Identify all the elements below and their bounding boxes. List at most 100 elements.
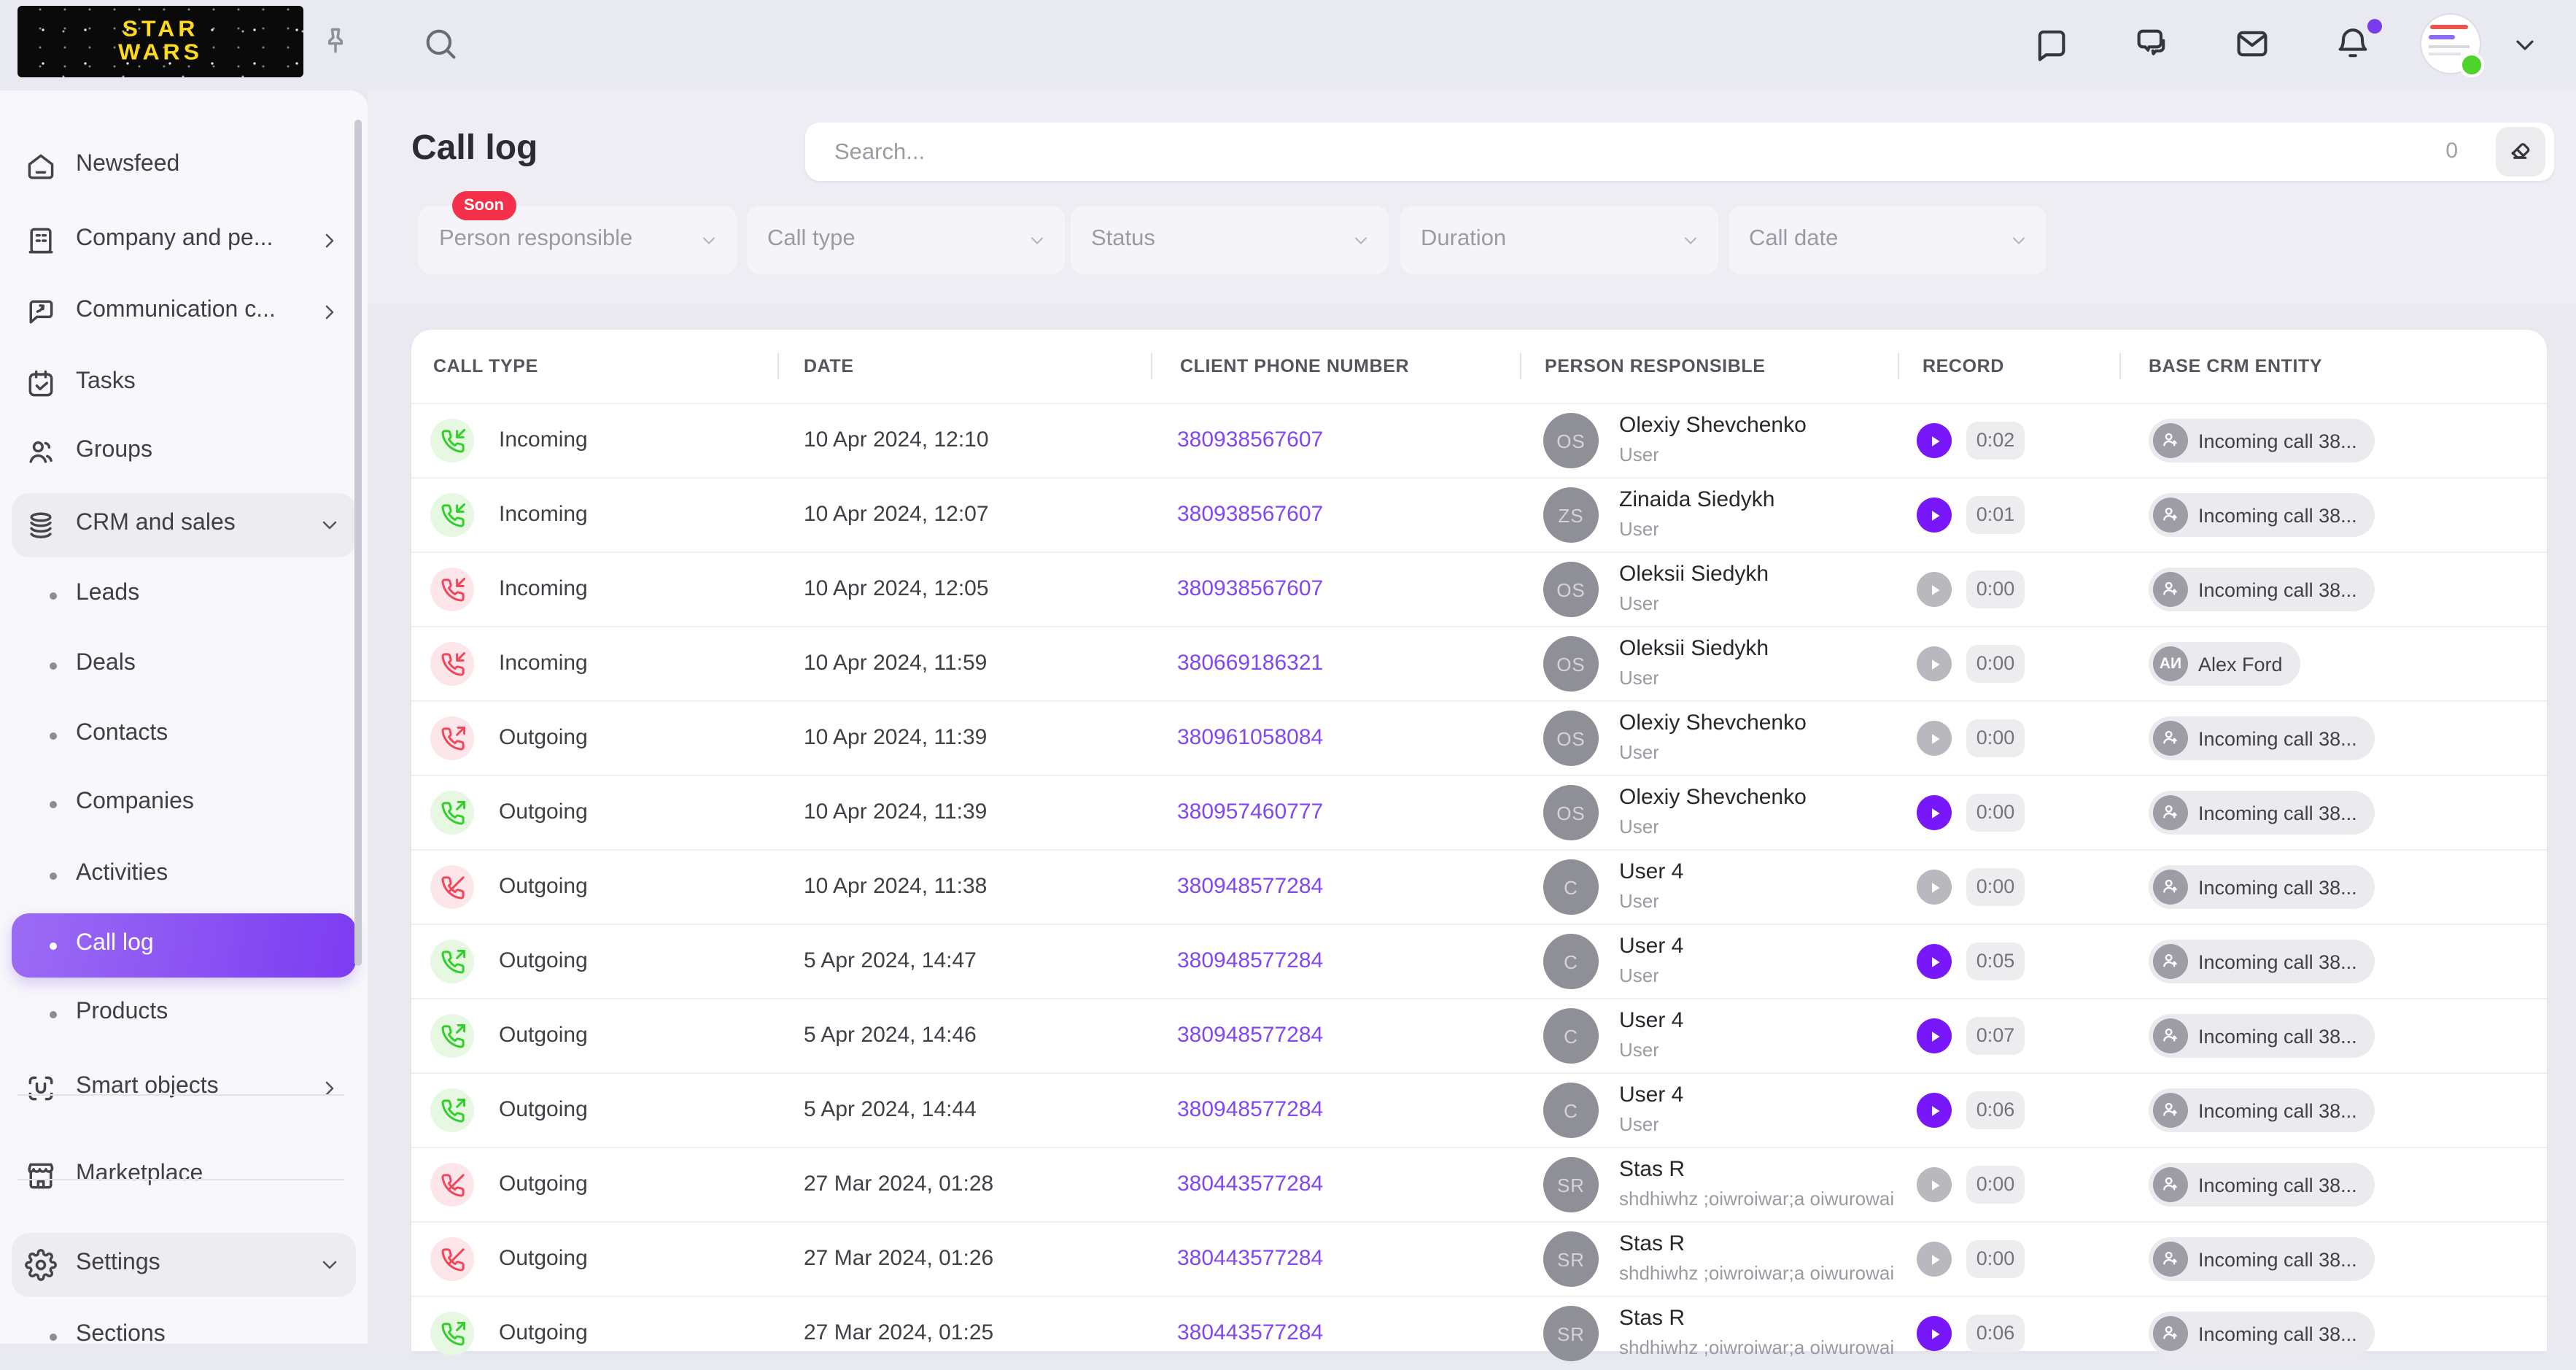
client-phone-link[interactable]: 380938567607	[1177, 576, 1323, 601]
play-record-button[interactable]	[1917, 1167, 1952, 1202]
table-row[interactable]: Incoming 10 Apr 2024, 12:07 380938567607…	[411, 477, 2547, 552]
sidebar-scrollbar[interactable]	[354, 120, 362, 966]
sidebar-item-products[interactable]: Products	[12, 982, 356, 1046]
client-phone-link[interactable]: 380948577284	[1177, 1023, 1323, 1048]
client-phone-link[interactable]: 380443577284	[1177, 1246, 1323, 1271]
crm-entity-chip[interactable]: Incoming call 38...	[2149, 791, 2375, 835]
table-row[interactable]: Outgoing 27 Mar 2024, 01:25 380443577284…	[411, 1296, 2547, 1370]
crm-entity-chip[interactable]: Incoming call 38...	[2149, 493, 2375, 537]
sidebar-item-contacts[interactable]: Contacts	[12, 703, 356, 767]
profile-chevron-down-icon[interactable]	[2510, 31, 2548, 69]
filter-status[interactable]: Status	[1071, 206, 1389, 274]
table-row[interactable]: Incoming 10 Apr 2024, 12:05 380938567607…	[411, 552, 2547, 626]
person-avatar: C	[1543, 934, 1599, 989]
client-phone-link[interactable]: 380957460777	[1177, 800, 1323, 824]
call-type-label: Outgoing	[499, 1023, 588, 1048]
filter-label: Call type	[767, 226, 856, 252]
person-avatar: SR	[1543, 1306, 1599, 1361]
crm-entity-chip[interactable]: Incoming call 38...	[2149, 865, 2375, 909]
sidebar-item-sections[interactable]: Sections	[12, 1304, 356, 1369]
table-row[interactable]: Incoming 10 Apr 2024, 12:10 380938567607…	[411, 403, 2547, 477]
table-row[interactable]: Outgoing 5 Apr 2024, 14:47 380948577284 …	[411, 924, 2547, 998]
bullet-icon	[50, 662, 57, 670]
client-phone-link[interactable]: 380669186321	[1177, 651, 1323, 676]
call-date: 10 Apr 2024, 12:07	[804, 502, 989, 527]
play-record-button[interactable]	[1917, 1316, 1952, 1351]
table-row[interactable]: Outgoing 27 Mar 2024, 01:28 380443577284…	[411, 1147, 2547, 1221]
crm-entity-chip[interactable]: Incoming call 38...	[2149, 1163, 2375, 1207]
table-row[interactable]: Outgoing 5 Apr 2024, 14:44 380948577284 …	[411, 1072, 2547, 1147]
bell-icon[interactable]	[2334, 25, 2372, 63]
sidebar-item-deals[interactable]: Deals	[12, 633, 356, 697]
search-input[interactable]	[831, 123, 2369, 184]
table-row[interactable]: Incoming 10 Apr 2024, 11:59 380669186321…	[411, 626, 2547, 700]
play-record-button[interactable]	[1917, 646, 1952, 681]
person-role: User	[1619, 1039, 1659, 1061]
group-chat-icon[interactable]	[2133, 25, 2170, 63]
sidebar-item-call-log[interactable]: Call log	[12, 913, 356, 978]
client-phone-link[interactable]: 380948577284	[1177, 1097, 1323, 1122]
crm-entity-chip[interactable]: Incoming call 38...	[2149, 940, 2375, 983]
crm-entity-chip[interactable]: АИ Alex Ford	[2149, 642, 2300, 686]
contact-icon	[2153, 1167, 2188, 1202]
sidebar-item-smart-objects[interactable]: Smart objects	[12, 1056, 356, 1121]
sidebar-item-marketplace[interactable]: Marketplace	[12, 1144, 356, 1208]
entity-label: Incoming call 38...	[2198, 1025, 2357, 1047]
client-phone-link[interactable]: 380948577284	[1177, 874, 1323, 899]
clear-search-button[interactable]	[2496, 127, 2545, 177]
sidebar-item-groups[interactable]: Groups	[12, 420, 356, 484]
crm-entity-chip[interactable]: Incoming call 38...	[2149, 419, 2375, 463]
crm-entity-chip[interactable]: Incoming call 38...	[2149, 568, 2375, 611]
table-row[interactable]: Outgoing 10 Apr 2024, 11:39 380957460777…	[411, 775, 2547, 849]
play-record-button[interactable]	[1917, 795, 1952, 830]
sidebar-item-companies[interactable]: Companies	[12, 772, 356, 836]
table-row[interactable]: Outgoing 10 Apr 2024, 11:38 380948577284…	[411, 849, 2547, 924]
sidebar-item-company-and-pe[interactable]: Company and pe...	[12, 209, 356, 273]
sidebar-item-crm-and-sales[interactable]: CRM and sales	[12, 493, 356, 557]
crm-entity-chip[interactable]: Incoming call 38...	[2149, 716, 2375, 760]
chevron-down-icon	[318, 1253, 341, 1277]
workspace-logo[interactable]: STAR WARS	[18, 6, 303, 77]
filter-call-type[interactable]: Call type	[747, 206, 1065, 274]
crm-entity-chip[interactable]: Incoming call 38...	[2149, 1014, 2375, 1058]
table-row[interactable]: Outgoing 5 Apr 2024, 14:46 380948577284 …	[411, 998, 2547, 1072]
table-row[interactable]: Outgoing 27 Mar 2024, 01:26 380443577284…	[411, 1221, 2547, 1296]
pin-sidebar-icon[interactable]	[319, 25, 352, 57]
person-name: Stas R	[1619, 1231, 1685, 1256]
client-phone-link[interactable]: 380948577284	[1177, 948, 1323, 973]
sidebar-item-leads[interactable]: Leads	[12, 563, 356, 627]
search-icon[interactable]	[422, 25, 459, 63]
client-phone-link[interactable]: 380938567607	[1177, 502, 1323, 527]
play-record-button[interactable]	[1917, 1018, 1952, 1053]
sidebar-item-communication-c[interactable]: Communication c...	[12, 280, 356, 344]
filter-duration[interactable]: Duration	[1400, 206, 1718, 274]
table-row[interactable]: Outgoing 10 Apr 2024, 11:39 380961058084…	[411, 700, 2547, 775]
sidebar-item-newsfeed[interactable]: Newsfeed	[12, 134, 356, 198]
client-phone-link[interactable]: 380443577284	[1177, 1172, 1323, 1196]
mail-icon[interactable]	[2233, 25, 2271, 63]
play-record-button[interactable]	[1917, 572, 1952, 607]
crm-entity-chip[interactable]: Incoming call 38...	[2149, 1088, 2375, 1132]
play-record-button[interactable]	[1917, 870, 1952, 905]
play-record-button[interactable]	[1917, 498, 1952, 533]
play-record-button[interactable]	[1917, 1093, 1952, 1128]
client-phone-link[interactable]: 380961058084	[1177, 725, 1323, 750]
person-avatar: OS	[1543, 636, 1599, 692]
entity-label: Incoming call 38...	[2198, 876, 2357, 898]
call-type-icon	[430, 1163, 474, 1207]
sidebar-item-activities[interactable]: Activities	[12, 843, 356, 907]
sidebar-item-settings[interactable]: Settings	[12, 1233, 356, 1297]
filter-call-date[interactable]: Call date	[1729, 206, 2047, 274]
play-record-button[interactable]	[1917, 721, 1952, 756]
crm-entity-chip[interactable]: Incoming call 38...	[2149, 1237, 2375, 1281]
client-phone-link[interactable]: 380938567607	[1177, 427, 1323, 452]
search-result-count: 0	[2445, 139, 2458, 163]
chat-icon[interactable]	[2032, 25, 2070, 63]
play-record-button[interactable]	[1917, 944, 1952, 979]
crm-entity-chip[interactable]: Incoming call 38...	[2149, 1312, 2375, 1355]
sidebar-item-label: Communication c...	[76, 298, 276, 324]
client-phone-link[interactable]: 380443577284	[1177, 1320, 1323, 1345]
play-record-button[interactable]	[1917, 1242, 1952, 1277]
play-record-button[interactable]	[1917, 423, 1952, 458]
sidebar-item-tasks[interactable]: Tasks	[12, 352, 356, 416]
